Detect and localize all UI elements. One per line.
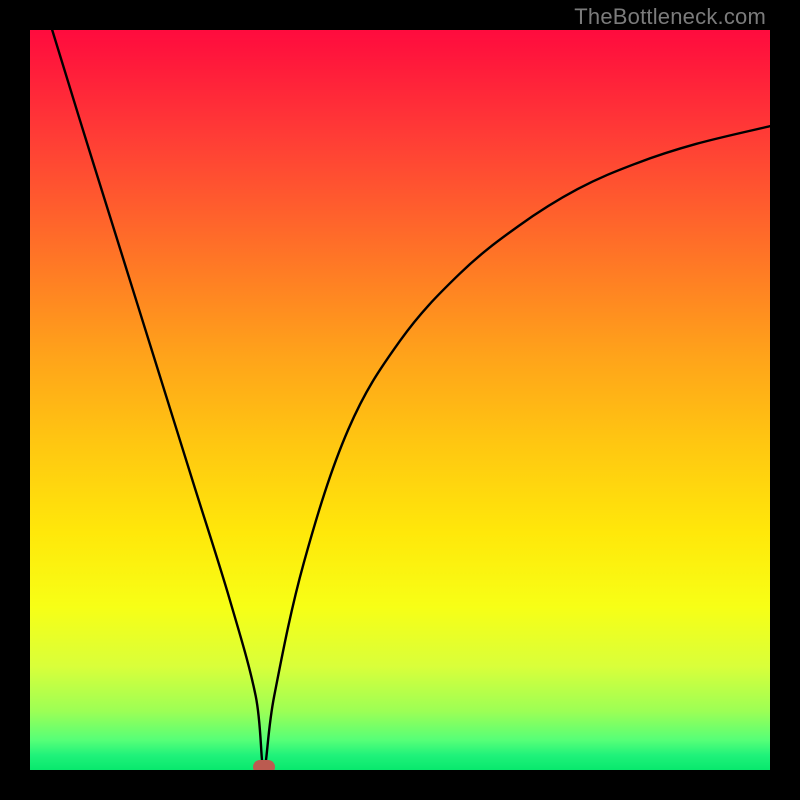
curve-path (52, 30, 770, 767)
chart-frame: TheBottleneck.com (0, 0, 800, 800)
plot-area (30, 30, 770, 770)
bottleneck-curve (30, 30, 770, 770)
minimum-marker (253, 760, 275, 770)
watermark-text: TheBottleneck.com (574, 4, 766, 30)
